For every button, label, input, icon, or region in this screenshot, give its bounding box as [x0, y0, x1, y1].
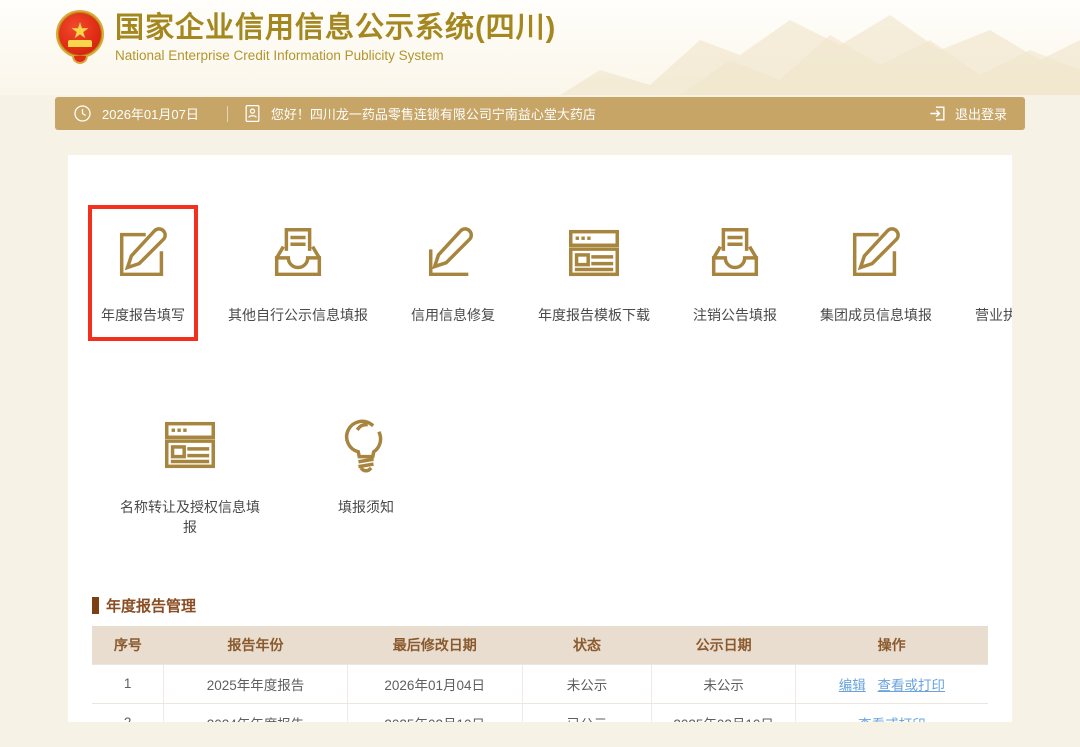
cell-publish-date: 2025年02月10日: [652, 703, 795, 722]
site-subtitle: National Enterprise Credit Information P…: [115, 48, 556, 63]
current-date: 2026年01月07日: [102, 104, 199, 123]
col-header-actions: 操作: [795, 626, 988, 664]
national-emblem-icon: ★: [55, 8, 105, 66]
clock-icon: [73, 104, 92, 123]
col-header-report-year: 报告年份: [164, 626, 348, 664]
shortcut-label: 填报须知: [338, 497, 394, 517]
table-row: 2 2024年年度报告 2025年02月10日 已公示 2025年02月10日 …: [92, 703, 988, 722]
shortcut-label: 年度报告填写: [101, 305, 185, 325]
section-marker: [92, 597, 99, 614]
main-panel: 年度报告填写 其他自行公示信息填报 信用信息修复 年度报告模板下载 注销公告填报…: [68, 155, 1012, 722]
cell-no: 2: [92, 703, 164, 722]
shortcut-label: 信用信息修复: [411, 305, 495, 325]
status-bar: 2026年01月07日 您好！四川龙一药品零售连锁有限公司宁南益心堂大药店 退出…: [55, 97, 1025, 130]
cell-no: 1: [92, 664, 164, 703]
col-header-publish-date: 公示日期: [652, 626, 795, 664]
shortcut-license-void-declaration[interactable]: 营业执照作废声明填报: [962, 205, 1012, 341]
view-or-print-link[interactable]: 查看或打印: [878, 678, 946, 693]
shortcut-row-2: 名称转让及授权信息填报 填报须知: [106, 397, 988, 553]
shortcut-other-publicity-fill[interactable]: 其他自行公示信息填报: [215, 205, 381, 341]
logout-icon: [928, 104, 947, 123]
edit-square-icon: [845, 222, 907, 289]
site-header: ★ 国家企业信用信息公示系统(四川) National Enterprise C…: [0, 0, 1080, 95]
shortcut-label: 其他自行公示信息填报: [228, 305, 368, 325]
shortcut-name-transfer-authorization[interactable]: 名称转让及授权信息填报: [106, 397, 274, 553]
logout-label: 退出登录: [955, 104, 1007, 123]
inbox-document-icon: [267, 222, 329, 289]
col-header-status: 状态: [522, 626, 652, 664]
cell-status: 已公示: [522, 703, 652, 722]
table-header-row: 序号 报告年份 最后修改日期 状态 公示日期 操作: [92, 626, 988, 664]
cell-report-year: 2024年年度报告: [164, 703, 348, 722]
shortcut-label: 集团成员信息填报: [820, 305, 932, 325]
cell-last-modified: 2025年02月10日: [347, 703, 522, 722]
cell-publish-date: 未公示: [652, 664, 795, 703]
cell-last-modified: 2026年01月04日: [347, 664, 522, 703]
cell-status: 未公示: [522, 664, 652, 703]
view-or-print-link[interactable]: 查看或打印: [858, 717, 926, 723]
edit-link[interactable]: 编辑: [839, 678, 866, 693]
browser-window-icon: [563, 222, 625, 289]
user-badge-icon: [244, 104, 261, 123]
site-logo: ★ 国家企业信用信息公示系统(四川) National Enterprise C…: [55, 8, 556, 66]
cell-actions: 查看或打印: [795, 703, 988, 722]
shortcut-label: 名称转让及授权信息填报: [119, 497, 261, 537]
annual-report-table: 序号 报告年份 最后修改日期 状态 公示日期 操作 1 2025年年度报告 20…: [92, 626, 988, 722]
col-header-last-modified: 最后修改日期: [347, 626, 522, 664]
shortcut-label: 年度报告模板下载: [538, 305, 650, 325]
user-greeting: 您好！四川龙一药品零售连锁有限公司宁南益心堂大药店: [271, 104, 596, 123]
mountain-watermark: [560, 0, 1080, 95]
edit-square-icon: [112, 222, 174, 289]
col-header-no: 序号: [92, 626, 164, 664]
browser-window-icon: [159, 414, 221, 481]
shortcut-template-download[interactable]: 年度报告模板下载: [525, 205, 663, 341]
divider: [227, 106, 228, 122]
shortcut-row-1: 年度报告填写 其他自行公示信息填报 信用信息修复 年度报告模板下载 注销公告填报…: [88, 205, 988, 341]
shortcut-label: 营业执照作废声明填报: [975, 305, 1012, 325]
site-title: 国家企业信用信息公示系统(四川): [115, 11, 556, 45]
cell-report-year: 2025年年度报告: [164, 664, 348, 703]
shortcut-group-member-info[interactable]: 集团成员信息填报: [807, 205, 945, 341]
shortcut-label: 注销公告填报: [693, 305, 777, 325]
shortcut-credit-repair[interactable]: 信用信息修复: [398, 205, 508, 341]
shortcut-filing-instructions[interactable]: 填报须知: [322, 397, 410, 533]
section-title-annual-report-management: 年度报告管理: [92, 595, 988, 616]
table-row: 1 2025年年度报告 2026年01月04日 未公示 未公示 编辑 查看或打印: [92, 664, 988, 703]
section-title-text: 年度报告管理: [106, 595, 196, 616]
cell-actions: 编辑 查看或打印: [795, 664, 988, 703]
shortcut-annual-report-fill[interactable]: 年度报告填写: [88, 205, 198, 341]
lightbulb-icon: [335, 414, 397, 481]
shortcut-cancellation-notice[interactable]: 注销公告填报: [680, 205, 790, 341]
pencil-corner-icon: [422, 222, 484, 289]
inbox-document-icon: [704, 222, 766, 289]
logout-button[interactable]: 退出登录: [928, 104, 1007, 123]
